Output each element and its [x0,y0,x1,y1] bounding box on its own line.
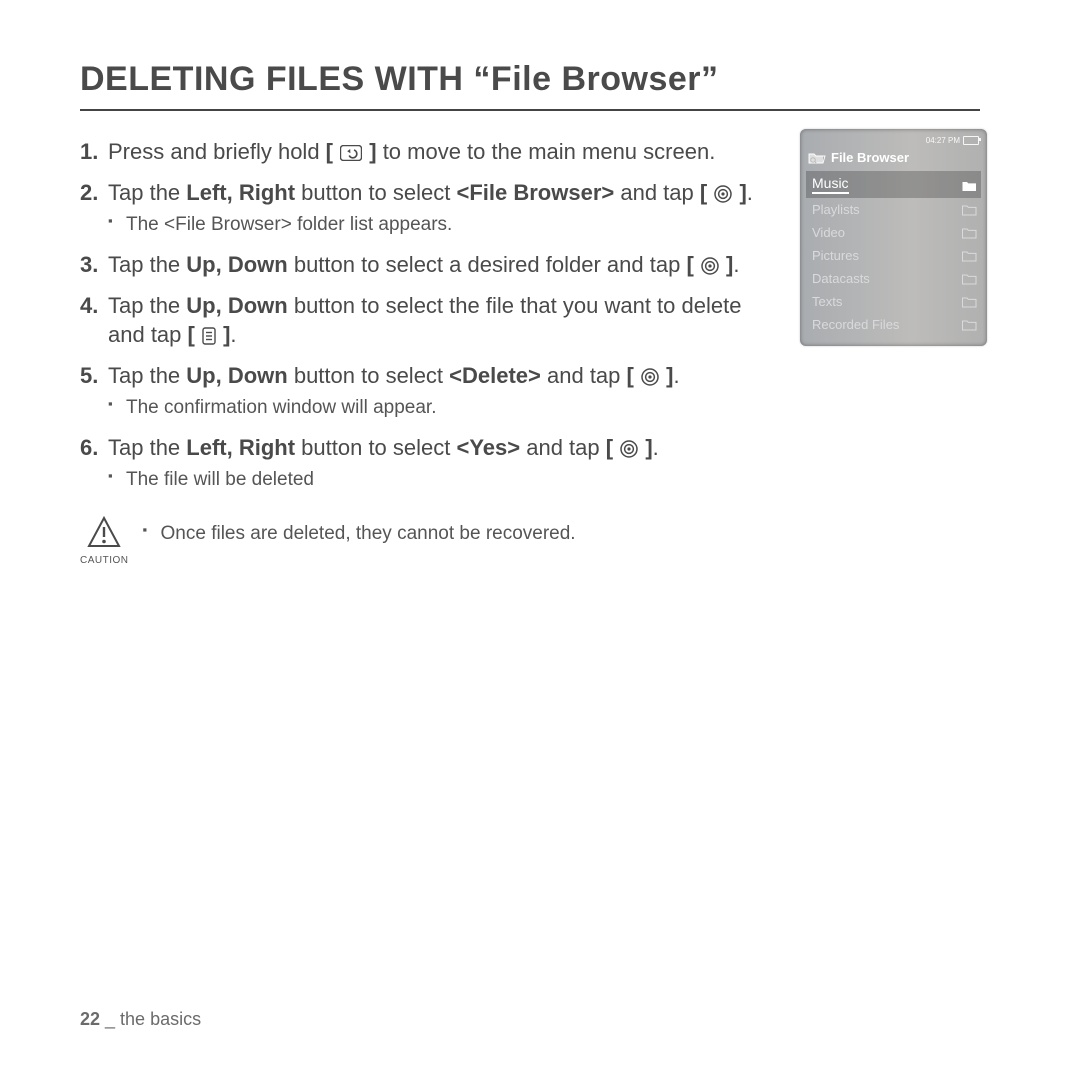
select-icon [641,368,659,386]
substep: The confirmation window will appear. [108,396,776,421]
page-footer: 22 _ the basics [80,1009,201,1030]
step-1: Press and briefly hold [ ] to move to th… [80,137,776,166]
step-text: and tap [541,363,627,388]
step-6: Tap the Left, Right button to select <Ye… [80,433,776,493]
step-bold: Up, Down [186,363,287,388]
device-folder-list: Music Playlists Video Pictures [806,171,981,336]
device-time: 04:27 PM [926,136,960,145]
step-text: button to select [295,180,456,205]
caution-text: Once files are deleted, they cannot be r… [143,522,576,547]
step-text: button to select a desired folder and ta… [288,252,687,277]
list-item[interactable]: Video [806,221,981,244]
instruction-column: Press and briefly hold [ ] to move to th… [80,125,776,566]
folder-icon [962,250,977,262]
menu-icon [202,327,216,345]
step-bold: Left, Right [186,435,295,460]
page-number: 22 [80,1009,100,1029]
back-icon [340,145,362,161]
select-icon [714,185,732,203]
step-3: Tap the Up, Down button to select a desi… [80,250,776,279]
substep-list: The <File Browser> folder list appears. [108,213,776,238]
list-item-label: Music [812,175,849,194]
list-item[interactable]: Recorded Files [806,313,981,336]
step-text: Tap the [108,293,186,318]
folder-icon [962,296,977,308]
folder-icon [962,273,977,285]
step-bold: <Yes> [456,435,520,460]
open-folder-icon [808,151,826,165]
folder-icon [962,227,977,239]
substep: The <File Browser> folder list appears. [108,213,776,238]
battery-icon [963,136,979,145]
folder-icon [962,179,977,191]
caution-block: CAUTION Once files are deleted, they can… [80,516,776,566]
list-item-label: Video [812,225,845,240]
step-bold: Up, Down [186,293,287,318]
step-2: Tap the Left, Right button to select <Fi… [80,178,776,238]
list-item-label: Pictures [812,248,859,263]
select-icon [620,440,638,458]
step-text: Tap the [108,252,186,277]
list-item-label: Datacasts [812,271,870,286]
step-4: Tap the Up, Down button to select the fi… [80,291,776,349]
device-title: File Browser [831,150,909,165]
list-item-label: Recorded Files [812,317,899,332]
step-text: Tap the [108,180,186,205]
folder-icon [962,204,977,216]
step-text: to move to the main menu screen. [377,139,716,164]
substep-list: The confirmation window will appear. [108,396,776,421]
step-list: Press and briefly hold [ ] to move to th… [80,137,776,492]
footer-sep: _ [100,1009,120,1029]
page-title: DELETING FILES WITH “File Browser” [80,60,980,111]
step-5: Tap the Up, Down button to select <Delet… [80,361,776,421]
step-text: and tap [614,180,700,205]
section-name: the basics [120,1009,201,1029]
list-item-label: Playlists [812,202,860,217]
caution-label: CAUTION [80,555,129,566]
substep-list: The file will be deleted [108,468,776,493]
device-status-bar: 04:27 PM [806,135,981,148]
device-preview: 04:27 PM File Browser Music Playlists [800,129,987,346]
select-icon [701,257,719,275]
step-bold: Left, Right [186,180,295,205]
step-text: Tap the [108,363,186,388]
step-bold: Up, Down [186,252,287,277]
list-item[interactable]: Playlists [806,198,981,221]
step-text: and tap [520,435,606,460]
step-bold: <Delete> [449,363,541,388]
device-header: File Browser [806,148,981,171]
list-item[interactable]: Music [806,171,981,198]
list-item-label: Texts [812,294,842,309]
list-item[interactable]: Pictures [806,244,981,267]
list-item[interactable]: Datacasts [806,267,981,290]
step-bold: <File Browser> [456,180,614,205]
folder-icon [962,319,977,331]
step-text: Tap the [108,435,186,460]
caution-icon: CAUTION [80,516,129,566]
step-text: button to select [295,435,456,460]
step-text: button to select [288,363,449,388]
list-item[interactable]: Texts [806,290,981,313]
substep: The file will be deleted [108,468,776,493]
step-text: Press and briefly hold [108,139,326,164]
